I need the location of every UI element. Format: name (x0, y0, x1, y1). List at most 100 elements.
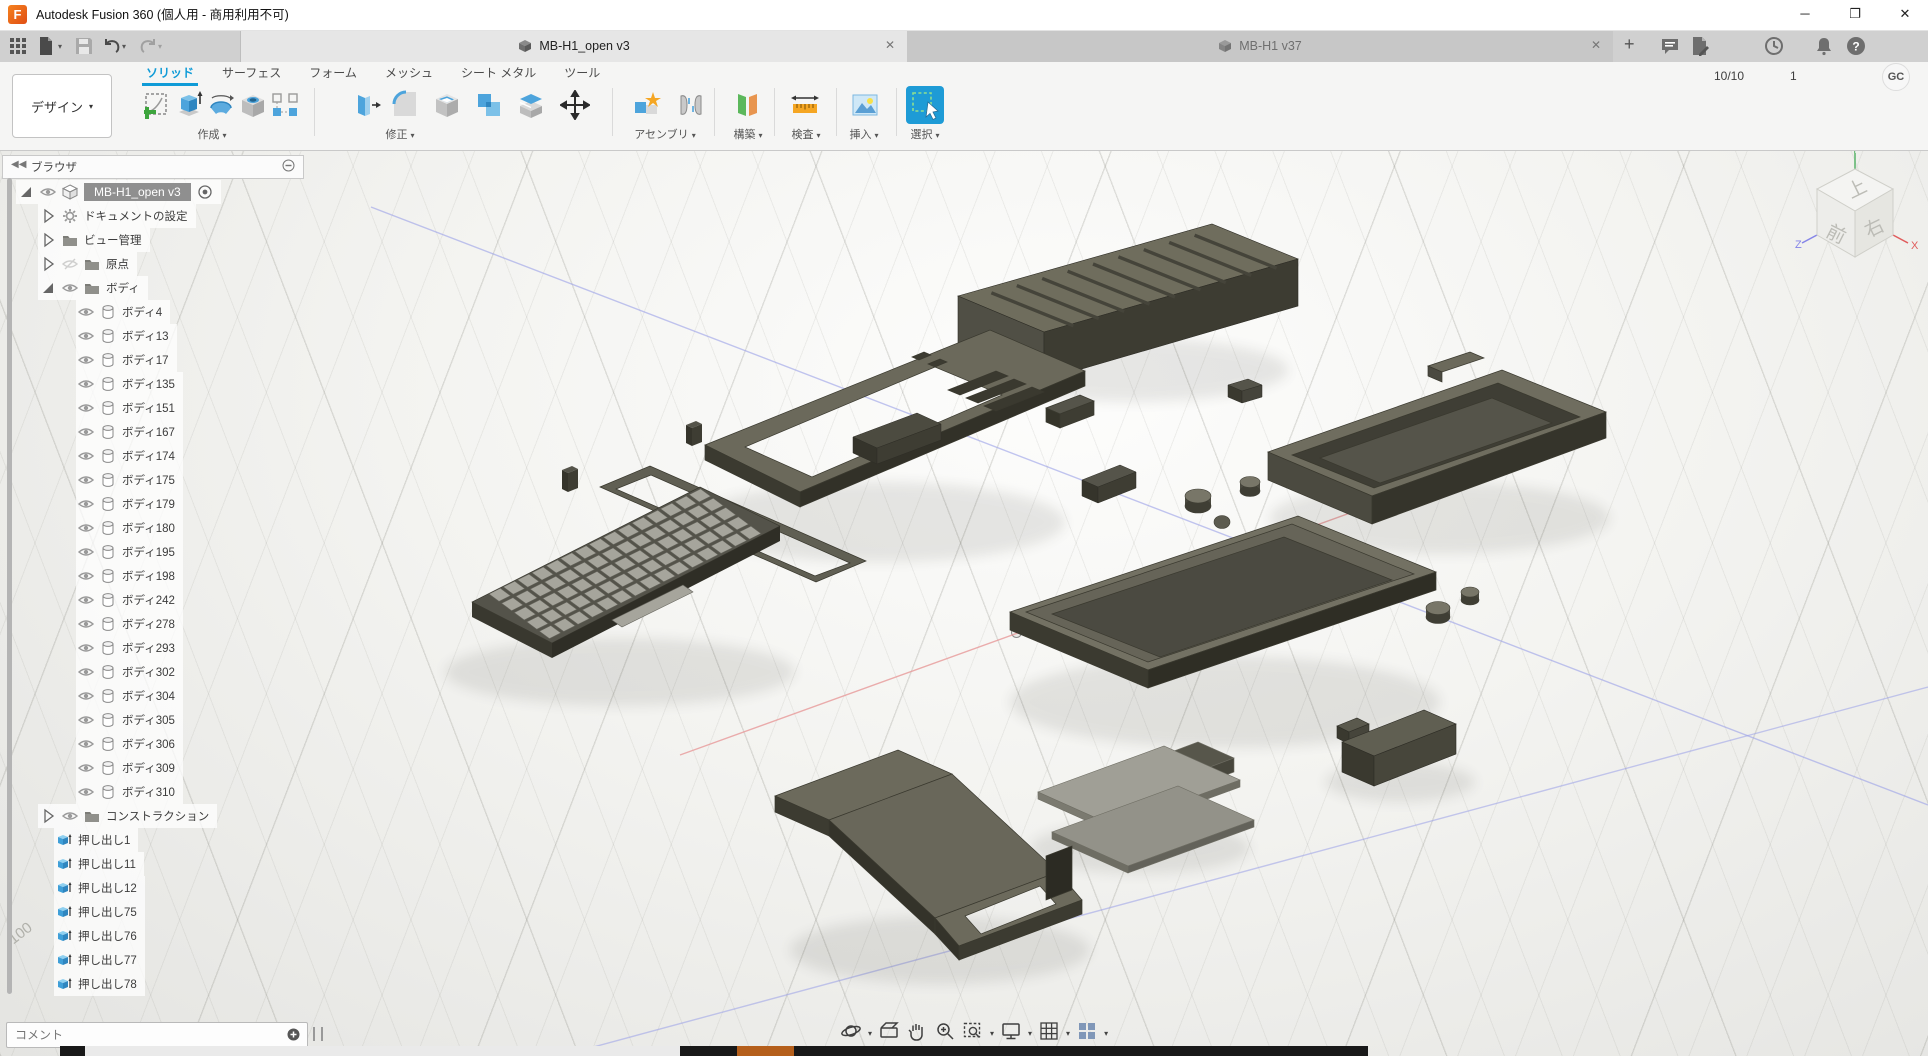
tree-feature-row[interactable]: 押し出し12 (54, 876, 145, 900)
visibility-eye-icon[interactable] (78, 472, 94, 488)
zoom-icon[interactable] (934, 1020, 956, 1047)
ribbon-tab[interactable]: ツール (564, 62, 600, 86)
visibility-off-eye-icon[interactable] (62, 256, 78, 272)
combine-icon[interactable] (474, 90, 504, 120)
notification-bell-icon[interactable] (1814, 36, 1834, 56)
tree-root-row[interactable]: MB-H1_open v3 (16, 180, 221, 204)
comment-add-icon[interactable] (287, 1028, 300, 1046)
tree-body-row[interactable]: ボディ135 (76, 372, 183, 396)
browser-minimize-icon[interactable] (282, 159, 295, 175)
tree-feature-row[interactable]: 押し出し1 (54, 828, 138, 852)
tree-body-row[interactable]: ボディ13 (76, 324, 177, 348)
new-tab-button[interactable]: + (1624, 34, 1635, 55)
visibility-eye-icon[interactable] (78, 544, 94, 560)
group-create-label[interactable]: 作成 ▾ (197, 126, 226, 142)
visibility-eye-icon[interactable] (78, 640, 94, 656)
root-component-name[interactable]: MB-H1_open v3 (84, 183, 191, 201)
visibility-eye-icon[interactable] (78, 496, 94, 512)
measure-icon[interactable] (790, 90, 820, 120)
display-settings-icon[interactable] (1000, 1020, 1022, 1047)
construction-plane-icon[interactable] (732, 90, 762, 120)
grid-caret[interactable]: ▾ (1066, 1029, 1070, 1038)
visibility-eye-icon[interactable] (78, 376, 94, 392)
group-modify-label[interactable]: 修正 ▾ (385, 126, 414, 142)
tree-body-row[interactable]: ボディ151 (76, 396, 183, 420)
expand-triangle-icon[interactable] (18, 184, 34, 200)
viewports-caret[interactable]: ▾ (1104, 1029, 1108, 1038)
tree-body-row[interactable]: ボディ17 (76, 348, 177, 372)
tree-bodies-folder-row[interactable]: ボディ (38, 276, 148, 300)
tree-body-row[interactable]: ボディ310 (76, 780, 183, 804)
tree-body-row[interactable]: ボディ167 (76, 420, 183, 444)
comment-box[interactable] (6, 1022, 308, 1048)
offset-face-icon[interactable] (516, 90, 546, 120)
group-inspect-label[interactable]: 検査 ▾ (791, 126, 820, 142)
orbit-caret[interactable]: ▾ (868, 1029, 872, 1038)
tree-doc-settings-row[interactable]: ドキュメントの設定 (38, 204, 196, 228)
visibility-eye-icon[interactable] (78, 352, 94, 368)
insert-image-icon[interactable] (850, 90, 880, 120)
visibility-eye-icon[interactable] (78, 304, 94, 320)
tree-body-row[interactable]: ボディ198 (76, 564, 183, 588)
collapsed-triangle-icon[interactable] (40, 256, 56, 272)
pattern-icon[interactable] (270, 90, 300, 120)
select-tool[interactable] (906, 86, 944, 124)
minimize-button[interactable]: ─ (1782, 0, 1828, 30)
revolve-icon[interactable] (206, 90, 236, 120)
visibility-eye-icon[interactable] (78, 592, 94, 608)
undo-caret[interactable]: ▾ (122, 42, 126, 51)
body-pin-b[interactable] (562, 466, 578, 492)
help-icon[interactable]: ? (1846, 36, 1866, 56)
tree-body-row[interactable]: ボディ302 (76, 660, 183, 684)
visibility-eye-icon[interactable] (78, 736, 94, 752)
visibility-eye-icon[interactable] (78, 400, 94, 416)
tab-document-active[interactable]: MB-H1_open v3 ✕ (240, 30, 908, 62)
save-icon[interactable] (74, 36, 94, 56)
workspace-selector[interactable]: デザイン▾ (12, 74, 112, 138)
visibility-eye-icon[interactable] (78, 568, 94, 584)
tree-body-row[interactable]: ボディ174 (76, 444, 183, 468)
file-menu-caret[interactable]: ▾ (58, 42, 62, 51)
activate-radio-icon[interactable] (197, 184, 213, 200)
collapse-browser-icon[interactable]: ◀◀ (11, 159, 26, 170)
visibility-eye-icon[interactable] (78, 616, 94, 632)
ribbon-tab[interactable]: サーフェス (222, 62, 281, 86)
avatar[interactable]: GC (1882, 63, 1910, 91)
visibility-eye-icon[interactable] (62, 280, 78, 296)
new-sketch-icon[interactable] (142, 90, 172, 120)
comment-input[interactable] (13, 1024, 267, 1046)
extrude-icon[interactable] (174, 90, 204, 120)
tree-body-row[interactable]: ボディ309 (76, 756, 183, 780)
tree-body-row[interactable]: ボディ175 (76, 468, 183, 492)
tree-body-row[interactable]: ボディ4 (76, 300, 170, 324)
tree-body-row[interactable]: ボディ195 (76, 540, 183, 564)
expand-triangle-icon[interactable] (40, 280, 56, 296)
clock-icon[interactable] (1764, 36, 1784, 56)
tab-document-inactive[interactable]: MB-H1 v37 ✕ (907, 30, 1613, 62)
tree-feature-row[interactable]: 押し出し75 (54, 900, 145, 924)
look-at-icon[interactable] (878, 1020, 900, 1047)
visibility-eye-icon[interactable] (78, 520, 94, 536)
press-pull-icon[interactable] (352, 90, 382, 120)
shell-icon[interactable] (432, 90, 462, 120)
joint-icon[interactable] (676, 90, 706, 120)
tree-feature-row[interactable]: 押し出し76 (54, 924, 145, 948)
tree-body-row[interactable]: ボディ278 (76, 612, 183, 636)
collapsed-triangle-icon[interactable] (40, 808, 56, 824)
tree-construction-row[interactable]: コンストラクション (38, 804, 217, 828)
browser-header[interactable]: ◀◀ ブラウザ (2, 155, 304, 179)
ribbon-tab[interactable]: ソリッド (146, 62, 194, 86)
file-menu-icon[interactable] (36, 36, 56, 56)
app-grid-icon[interactable] (8, 36, 28, 56)
move-icon[interactable] (560, 90, 590, 120)
fit-caret[interactable]: ▾ (990, 1029, 994, 1038)
visibility-eye-icon[interactable] (78, 712, 94, 728)
redo-caret[interactable]: ▾ (158, 42, 162, 51)
group-select-label[interactable]: 選択 ▾ (910, 126, 939, 142)
tree-feature-row[interactable]: 押し出し78 (54, 972, 145, 996)
tree-body-row[interactable]: ボディ242 (76, 588, 183, 612)
body-pin-a[interactable] (686, 421, 702, 446)
redo-icon[interactable] (138, 36, 158, 56)
group-assemble-label[interactable]: アセンブリ ▾ (634, 126, 696, 142)
visibility-eye-icon[interactable] (78, 424, 94, 440)
